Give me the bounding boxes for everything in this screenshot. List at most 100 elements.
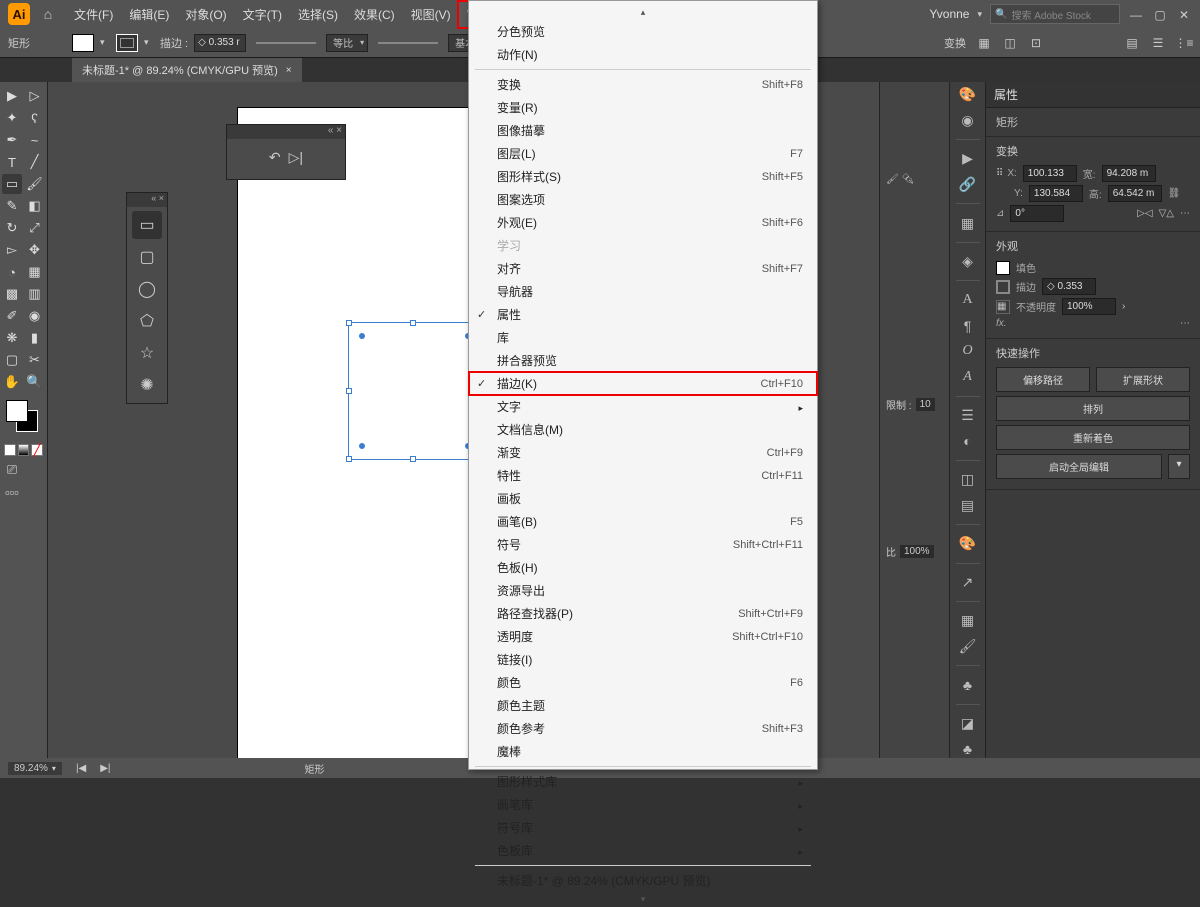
curvature-tool-icon[interactable]: ~ <box>25 130 45 150</box>
paragraph-panel-icon[interactable]: ¶ <box>958 317 978 335</box>
graphic-styles-panel-icon[interactable]: ◪ <box>958 715 978 733</box>
brushes-panel-icon[interactable]: 🖌 <box>958 638 978 656</box>
stroke-weight-prop-input[interactable]: ◇ 0.353 <box>1042 278 1096 295</box>
line-tool-icon[interactable]: ╱ <box>25 152 45 172</box>
menu-item--[interactable]: 颜色参考Shift+F3 <box>469 717 817 740</box>
history-panel[interactable]: « × ↶ ▷| <box>226 124 346 180</box>
scroll-up-icon[interactable]: ▴ <box>469 5 817 20</box>
symbols-panel-icon-1[interactable]: ▦ <box>958 612 978 630</box>
menu-item--e-[interactable]: 外观(E)Shift+F6 <box>469 211 817 234</box>
menu-item--[interactable]: 画笔库 <box>469 793 817 816</box>
stroke-profile[interactable] <box>256 42 316 44</box>
mesh-tool-icon[interactable]: ▩ <box>2 284 22 304</box>
menu-编辑[interactable]: 编辑(E) <box>121 2 177 27</box>
scale-tool-icon[interactable]: ⤢ <box>25 218 45 238</box>
pathfinder-panel-icon[interactable]: ◫ <box>958 471 978 489</box>
shaper-tool-icon[interactable]: ✎ <box>2 196 22 216</box>
menu-item--i-[interactable]: 链接(I) <box>469 648 817 671</box>
menu-item--[interactable]: 分色预览 <box>469 20 817 43</box>
align-panel-icon[interactable]: ☰ <box>958 407 978 425</box>
menu-item--[interactable]: 魔棒 <box>469 740 817 763</box>
shape-rounded-rect-icon[interactable]: ▢ <box>132 243 162 271</box>
opacity-more-icon[interactable]: › <box>1122 301 1125 312</box>
opacity-input[interactable]: 100% <box>1062 298 1116 315</box>
menu-item--1-89-24-cmyk-gpu-[interactable]: 未标题-1* @ 89.24% (CMYK/GPU 预览) <box>469 869 817 892</box>
hand-tool-icon[interactable]: ✋ <box>2 372 22 392</box>
zoom-level[interactable]: 89.24%▾ <box>8 762 62 775</box>
menu-item--n-[interactable]: 动作(N) <box>469 43 817 66</box>
scale-input[interactable]: 100% <box>900 545 934 558</box>
color-mode-none-icon[interactable]: ╱ <box>31 444 43 456</box>
menu-item--[interactable]: 图案选项 <box>469 188 817 211</box>
properties-tab[interactable]: 属性 <box>986 82 1200 108</box>
user-dropdown-caret[interactable]: ▾ <box>977 9 982 20</box>
stroke-weight-input[interactable]: ◇ 0.353 r <box>194 34 246 52</box>
shape-mode-icon[interactable]: ◫ <box>1002 35 1018 51</box>
fx-label[interactable]: fx. <box>996 318 1007 329</box>
global-edit-more-button[interactable]: ▾ <box>1168 454 1190 479</box>
brush-def[interactable] <box>378 42 438 44</box>
appearance-more-icon[interactable]: ⋯ <box>1180 318 1190 329</box>
redo-icon[interactable]: ▷| <box>289 149 303 166</box>
character-panel-icon[interactable]: A <box>958 291 978 309</box>
align-icon[interactable]: ▦ <box>976 35 992 51</box>
panel-collapse-icon[interactable]: « × <box>127 193 167 207</box>
shape-builder-tool-icon[interactable]: ◔ <box>2 262 22 282</box>
rectangle-tool-icon[interactable]: ▭ <box>2 174 22 194</box>
symbols-panel-icon-2[interactable]: ♣ <box>958 676 978 694</box>
pen-tool-icon[interactable]: ✒ <box>2 130 22 150</box>
shape-flare-icon[interactable]: ✺ <box>132 371 162 399</box>
prop-y-input[interactable]: 130.584 <box>1029 185 1083 202</box>
menu-item--r-[interactable]: 变量(R) <box>469 96 817 119</box>
menu-文件[interactable]: 文件(F) <box>66 2 121 27</box>
flip-h-icon[interactable]: ▷◁ <box>1137 208 1152 219</box>
stroke-color-swatch[interactable] <box>996 280 1010 294</box>
fill-color-icon[interactable] <box>6 400 28 422</box>
menu-item--[interactable]: 拼合器预览 <box>469 349 817 372</box>
menu-item--[interactable]: 色板库 <box>469 839 817 862</box>
prop-h-input[interactable]: 64.542 m <box>1108 185 1162 202</box>
color-guide-panel-icon[interactable]: ◉ <box>958 112 978 130</box>
prefs-icon[interactable]: ☰ <box>1150 35 1166 51</box>
menu-item--[interactable]: 资源导出 <box>469 579 817 602</box>
global-edit-button[interactable]: 启动全局编辑 <box>996 454 1162 479</box>
link-panel-icon[interactable]: 🔗 <box>958 176 978 194</box>
shape-rectangle-icon[interactable]: ▭ <box>132 211 162 239</box>
maximize-icon[interactable]: ▢ <box>1152 8 1168 20</box>
zoom-tool-icon[interactable]: 🔍 <box>25 372 45 392</box>
selection-tool-icon[interactable]: ▶ <box>2 86 22 106</box>
artboard-tool-icon[interactable]: ▢ <box>2 350 22 370</box>
document-tab[interactable]: 未标题-1* @ 89.24% (CMYK/GPU 预览) × <box>72 58 302 82</box>
menu-item--[interactable]: 图像描摹 <box>469 119 817 142</box>
menu-item--s-[interactable]: 图形样式(S)Shift+F5 <box>469 165 817 188</box>
eyedropper-tool-icon[interactable]: ✐ <box>2 306 22 326</box>
graph-tool-icon[interactable]: ▮ <box>25 328 45 348</box>
close-icon[interactable]: ✕ <box>1176 8 1192 20</box>
layers-panel-icon[interactable]: ◈ <box>958 253 978 271</box>
menu-item--l-[interactable]: 图层(L)F7 <box>469 142 817 165</box>
shape-star-icon[interactable]: ☆ <box>132 339 162 367</box>
shape-polygon-icon[interactable]: ⬠ <box>132 307 162 335</box>
transform-more-icon[interactable]: ⋯ <box>1180 208 1190 219</box>
shape-tools-panel[interactable]: « × ▭ ▢ ◯ ⬠ ☆ ✺ <box>126 192 168 404</box>
minimize-icon[interactable]: — <box>1128 8 1144 20</box>
menu-对象[interactable]: 对象(O) <box>177 2 234 27</box>
asset-export-panel-icon[interactable]: ↗ <box>958 574 978 592</box>
blend-tool-icon[interactable]: ◉ <box>25 306 45 326</box>
undo-icon[interactable]: ↶ <box>269 149 281 166</box>
color-mode-solid-icon[interactable] <box>4 444 16 456</box>
perspective-tool-icon[interactable]: ▦ <box>25 262 45 282</box>
gradient-tool-icon[interactable]: ▥ <box>25 284 45 304</box>
prop-angle-input[interactable]: 0° <box>1010 205 1064 222</box>
menu-效果[interactable]: 效果(C) <box>346 2 403 27</box>
menu-item--m-[interactable]: 文档信息(M) <box>469 418 817 441</box>
magic-wand-tool-icon[interactable]: ✦ <box>2 108 22 128</box>
shape-ellipse-icon[interactable]: ◯ <box>132 275 162 303</box>
fill-color-swatch[interactable] <box>996 261 1010 275</box>
color-mode-gradient-icon[interactable] <box>18 444 30 456</box>
free-transform-tool-icon[interactable]: ✥ <box>25 240 45 260</box>
menu-item--[interactable]: 透明度Shift+Ctrl+F10 <box>469 625 817 648</box>
ref-point-icon[interactable]: ⠿ <box>996 168 1001 179</box>
color-panel-icon[interactable]: 🎨 <box>958 86 978 104</box>
brush-icon[interactable]: 🖌 ✒ <box>886 174 943 185</box>
